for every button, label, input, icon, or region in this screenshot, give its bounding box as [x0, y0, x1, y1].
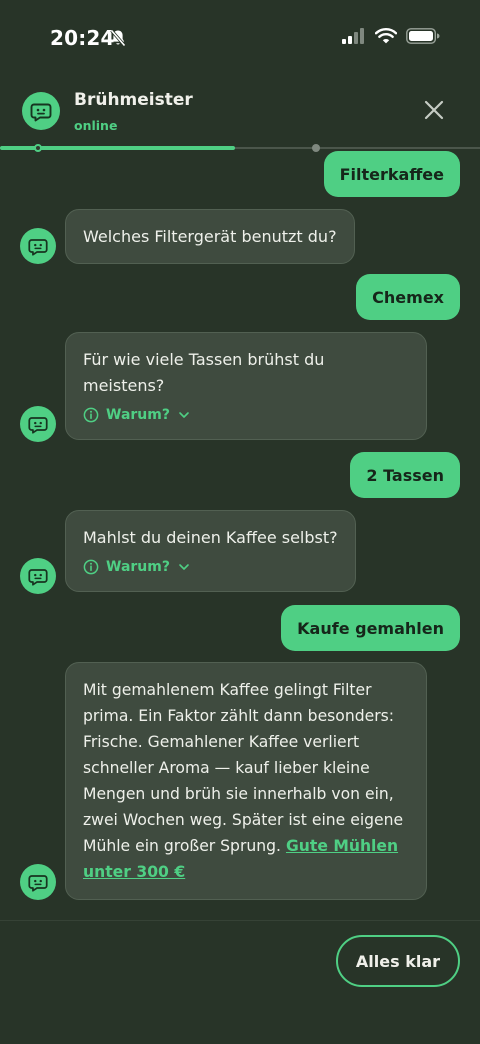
status-time: 20:24	[50, 26, 115, 50]
why-toggle[interactable]: Warum?	[83, 405, 409, 425]
bot-name: Brühmeister	[74, 90, 193, 110]
signal-icon	[342, 28, 364, 44]
chat-header: Brühmeister online	[0, 78, 480, 148]
user-message: Filterkaffee	[323, 151, 460, 197]
wifi-icon	[375, 28, 397, 44]
chevron-down-icon	[179, 564, 189, 570]
bot-message: Welches Filtergerät benutzt du?	[65, 209, 355, 264]
alles-klar-button[interactable]: Alles klar	[335, 935, 460, 987]
bot-message-text: Welches Filtergerät benutzt du?	[83, 227, 337, 246]
bot-avatar	[20, 864, 56, 900]
bot-message: Für wie viele Tassen brühst du meistens?…	[65, 332, 427, 440]
robot-face-icon	[30, 103, 52, 122]
close-icon[interactable]	[422, 98, 446, 122]
bot-message-text: Mit gemahlenem Kaffee gelingt Filter pri…	[83, 681, 404, 855]
progress-step-marker	[312, 144, 320, 152]
chat-footer: Alles klar	[0, 920, 480, 1044]
robot-face-icon	[28, 569, 48, 586]
info-icon	[83, 559, 99, 575]
bot-avatar	[20, 228, 56, 264]
info-icon	[83, 407, 99, 423]
user-message: 2 Tassen	[350, 452, 460, 498]
why-toggle[interactable]: Warum?	[83, 557, 338, 577]
robot-face-icon	[28, 417, 48, 434]
bot-message-text: Mahlst du deinen Kaffee selbst?	[83, 528, 338, 547]
bot-message-text: Für wie viele Tassen brühst du meistens?	[83, 350, 325, 395]
robot-face-icon	[28, 875, 48, 892]
bot-avatar	[20, 558, 56, 594]
chevron-down-icon	[179, 412, 189, 418]
why-label: Warum?	[106, 407, 170, 423]
bot-message: Mit gemahlenem Kaffee gelingt Filter pri…	[65, 662, 427, 900]
progress-step-marker	[34, 144, 42, 152]
bot-message: Mahlst du deinen Kaffee selbst? Warum?	[65, 510, 356, 592]
bot-avatar	[20, 406, 56, 442]
why-label: Warum?	[106, 559, 170, 575]
bot-status: online	[74, 118, 118, 133]
bot-avatar	[22, 92, 60, 130]
status-bar: 20:24	[0, 0, 480, 78]
user-message: Kaufe gemahlen	[281, 605, 460, 651]
battery-icon	[406, 28, 440, 44]
user-message: Chemex	[356, 274, 460, 320]
bell-slash-icon	[110, 29, 126, 47]
robot-face-icon	[28, 239, 48, 256]
